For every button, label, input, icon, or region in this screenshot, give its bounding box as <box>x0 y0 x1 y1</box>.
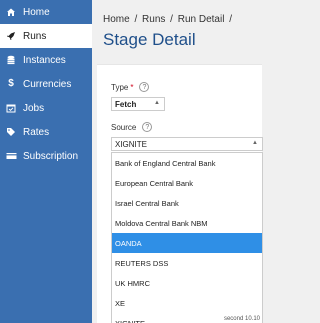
breadcrumb-separator: / <box>134 14 138 25</box>
source-option[interactable]: Moldova Central Bank NBM <box>112 213 262 233</box>
sidebar-item-rates[interactable]: Rates <box>0 120 92 144</box>
sidebar-item-label: Currencies <box>23 78 72 90</box>
stage-form-card: Type * ? Fetch ▲︎ Source ? XIGNITE ▲︎ Ba… <box>97 64 263 323</box>
page-title: Stage Detail <box>103 30 196 49</box>
main-content: Home / Runs / Run Detail / Stage Detail … <box>92 0 263 323</box>
rocket-icon <box>5 30 17 42</box>
source-option[interactable]: REUTERS DSS <box>112 253 262 273</box>
breadcrumb-run-detail[interactable]: Run Detail <box>178 14 225 25</box>
database-icon <box>5 54 17 66</box>
source-option[interactable]: Bank of England Central Bank <box>112 153 262 173</box>
type-field-label: Type * ? <box>111 82 150 92</box>
type-select[interactable]: Fetch ▲︎ <box>111 97 165 111</box>
sidebar-item-label: Subscription <box>23 150 79 162</box>
required-marker: * <box>130 82 134 92</box>
sidebar-item-currencies[interactable]: $ Currencies <box>0 72 92 96</box>
help-icon[interactable]: ? <box>139 82 150 92</box>
sidebar-item-home[interactable]: Home <box>0 0 92 24</box>
calendar-check-icon <box>5 102 17 114</box>
type-label: Type <box>111 82 129 92</box>
breadcrumb-separator: / <box>170 14 173 25</box>
source-option[interactable]: European Central Bank <box>112 173 262 193</box>
source-select[interactable]: XIGNITE ▲︎ <box>111 137 263 151</box>
source-select-value: XIGNITE <box>115 139 148 149</box>
sidebar-item-subscription[interactable]: Subscription <box>0 144 92 168</box>
sidebar-item-label: Instances <box>23 54 66 66</box>
help-icon[interactable]: ? <box>142 122 153 132</box>
tag-icon <box>5 126 17 138</box>
sidebar-item-jobs[interactable]: Jobs <box>0 96 92 120</box>
source-option-highlighted[interactable]: OANDA <box>112 233 262 253</box>
dollar-icon: $ <box>8 78 14 89</box>
source-dropdown-list: Bank of England Central Bank European Ce… <box>111 152 263 323</box>
source-field-label: Source ? <box>111 122 153 132</box>
chevron-down-icon: ▲︎ <box>154 100 160 106</box>
sidebar-item-label: Home <box>23 6 50 18</box>
app: Home Runs Instances $ Currencies Jobs Ra… <box>0 0 263 323</box>
sidebar: Home Runs Instances $ Currencies Jobs Ra… <box>0 0 92 323</box>
type-select-value: Fetch <box>115 99 137 109</box>
card-icon <box>5 150 17 162</box>
breadcrumb-separator: / <box>229 14 232 25</box>
sidebar-item-instances[interactable]: Instances <box>0 48 92 72</box>
breadcrumb: Home / Runs / Run Detail / <box>103 14 234 25</box>
source-label: Source <box>111 122 137 132</box>
footer-text: second 10.10 <box>223 316 260 322</box>
source-option[interactable]: XE <box>112 293 262 313</box>
source-option[interactable]: UK HMRC <box>112 273 262 293</box>
breadcrumb-home[interactable]: Home <box>103 14 130 25</box>
source-option[interactable]: Israel Central Bank <box>112 193 262 213</box>
breadcrumb-runs[interactable]: Runs <box>142 14 165 25</box>
sidebar-item-label: Jobs <box>23 102 45 114</box>
sidebar-item-runs[interactable]: Runs <box>0 24 92 48</box>
home-icon <box>5 6 17 18</box>
chevron-down-icon: ▲︎ <box>252 140 258 146</box>
sidebar-item-label: Runs <box>23 30 47 42</box>
sidebar-item-label: Rates <box>23 126 50 138</box>
